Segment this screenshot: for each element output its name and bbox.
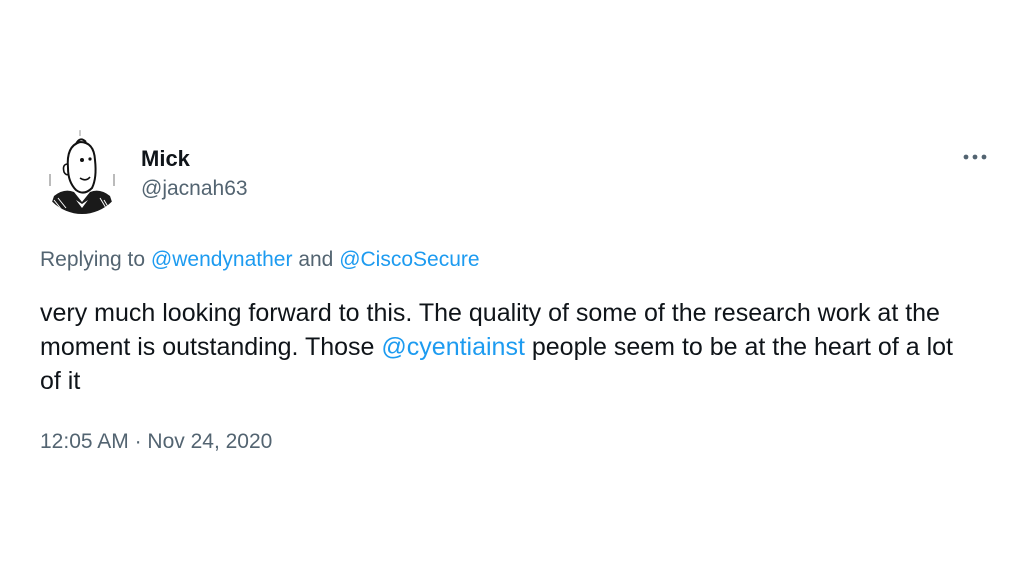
timestamp-time[interactable]: 12:05 AM	[40, 430, 129, 453]
more-horizontal-icon	[963, 154, 987, 160]
replying-to-line: Replying to @wendynather and @CiscoSecur…	[40, 246, 480, 274]
avatar[interactable]	[40, 130, 124, 214]
reply-mention-wendynather[interactable]: @wendynather	[151, 248, 293, 271]
tweet-text: very much looking forward to this. The q…	[40, 296, 980, 398]
replying-to-label: Replying to	[40, 248, 151, 271]
more-options-button[interactable]	[960, 146, 990, 168]
author-names: Mick @jacnah63	[141, 145, 248, 202]
reply-mention-ciscosecure[interactable]: @CiscoSecure	[339, 248, 479, 271]
tweet-header: Mick @jacnah63	[40, 130, 990, 220]
timestamp-separator: ·	[128, 430, 148, 453]
tweet-card: Mick @jacnah63 Replying to @wendynather …	[40, 100, 990, 480]
reply-conjunction: and	[292, 248, 340, 271]
author-display-name[interactable]: Mick	[141, 145, 248, 173]
tweet-mention-cyentiainst[interactable]: @cyentiainst	[381, 333, 525, 361]
avatar-caricature-icon	[40, 130, 124, 214]
author-handle[interactable]: @jacnah63	[141, 176, 248, 202]
tweet-page: Mick @jacnah63 Replying to @wendynather …	[0, 0, 1030, 579]
timestamp-date[interactable]: Nov 24, 2020	[147, 430, 272, 453]
tweet-timestamp: 12:05 AM · Nov 24, 2020	[40, 428, 272, 456]
